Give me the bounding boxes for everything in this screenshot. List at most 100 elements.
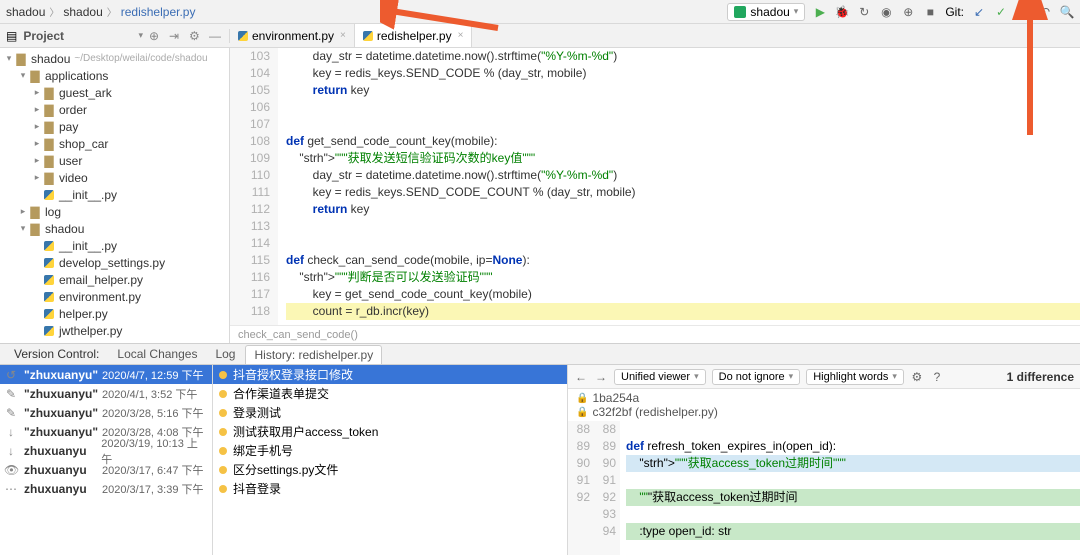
diff-content[interactable]: def refresh_token_expires_in(open_id): "… xyxy=(620,421,1080,555)
commit-row[interactable]: ↓zhuxuanyu2020/3/19, 10:13 上午 xyxy=(0,441,212,460)
tree-label: develop_settings.py xyxy=(59,256,165,270)
tree-node[interactable]: ▾▇shadou~/Desktop/weilai/code/shadou xyxy=(0,50,229,67)
close-icon[interactable]: × xyxy=(458,30,464,41)
tree-label: helper.py xyxy=(59,307,108,321)
tree-node[interactable]: ▸▇pay xyxy=(0,118,229,135)
tree-node[interactable]: jwthelper.py xyxy=(0,322,229,339)
editor-breadcrumb[interactable]: check_can_send_code() xyxy=(230,325,1080,343)
commit-icon: ↓ xyxy=(4,425,18,439)
debug-icon[interactable]: 🐞 xyxy=(835,5,849,19)
gear-icon[interactable]: ⚙ xyxy=(189,29,203,43)
expand-icon[interactable]: ▾ xyxy=(18,223,28,234)
chevron-right-icon: 〉 xyxy=(49,4,59,19)
bc-folder[interactable]: shadou xyxy=(63,5,102,19)
tree-node[interactable]: ▸▇guest_ark xyxy=(0,84,229,101)
vcs-tab-local[interactable]: Local Changes xyxy=(109,345,205,363)
expand-icon[interactable]: ▸ xyxy=(32,155,42,166)
viewer-mode-select[interactable]: Unified viewer xyxy=(614,369,706,385)
commit-messages[interactable]: 抖音授权登录接口修改合作渠道表单提交登录测试测试获取用户access_token… xyxy=(213,365,568,555)
commit-message-row[interactable]: 抖音授权登录接口修改 xyxy=(213,365,567,384)
expand-icon[interactable]: ▸ xyxy=(32,138,42,149)
tree-node[interactable]: helper.py xyxy=(0,305,229,322)
tree-node[interactable]: ▾▇applications xyxy=(0,67,229,84)
commit-author: zhuxuanyu xyxy=(24,444,95,458)
tree-node[interactable]: develop_settings.py xyxy=(0,254,229,271)
commit-message-row[interactable]: 合作渠道表单提交 xyxy=(213,384,567,403)
tree-label: local_settings.py xyxy=(59,341,148,344)
commit-row[interactable]: 👁zhuxuanyu2020/3/17, 6:47 下午 xyxy=(0,460,212,479)
expand-icon[interactable]: ▾ xyxy=(18,70,28,81)
project-tree[interactable]: ▾▇shadou~/Desktop/weilai/code/shadou▾▇ap… xyxy=(0,48,230,343)
help-icon[interactable]: ? xyxy=(930,370,944,384)
folder-icon: ▇ xyxy=(14,52,28,66)
tree-label: shop_car xyxy=(59,137,108,151)
prev-diff-icon[interactable]: ← xyxy=(574,370,588,384)
commit-message-row[interactable]: 登录测试 xyxy=(213,403,567,422)
tree-node[interactable]: ▸▇video xyxy=(0,169,229,186)
tree-label: email_helper.py xyxy=(59,273,143,287)
commit-message-row[interactable]: 抖音登录 xyxy=(213,479,567,498)
lock-icon: 🔒 xyxy=(576,407,588,418)
python-icon xyxy=(42,341,56,344)
expand-icon[interactable]: ▸ xyxy=(32,121,42,132)
expand-icon[interactable]: ▸ xyxy=(32,87,42,98)
commit-message: 合作渠道表单提交 xyxy=(233,385,329,402)
commit-list[interactable]: ↺"zhuxuanyu"2020/4/7, 12:59 下午✎"zhuxuany… xyxy=(0,365,213,555)
vcs-tab-history[interactable]: History: redishelper.py xyxy=(245,345,382,364)
git-update-icon[interactable]: ↙ xyxy=(972,5,986,19)
code-editor[interactable]: 1031041051061071081091101111121131141151… xyxy=(230,48,1080,343)
commit-row[interactable]: ✎"zhuxuanyu"2020/3/28, 5:16 下午 xyxy=(0,403,212,422)
commit-message-row[interactable]: 区分settings.py文件 xyxy=(213,460,567,479)
tree-node[interactable]: ▾▇shadou xyxy=(0,220,229,237)
tree-label: guest_ark xyxy=(59,86,112,100)
commit-row[interactable]: ⋯zhuxuanyu2020/3/17, 3:39 下午 xyxy=(0,479,212,498)
tree-node[interactable]: environment.py xyxy=(0,288,229,305)
commit-author: zhuxuanyu xyxy=(24,482,96,496)
git-history-icon[interactable]: 🕑 xyxy=(1016,5,1030,19)
highlight-select[interactable]: Highlight words xyxy=(806,369,904,385)
tree-label: applications xyxy=(45,69,108,83)
editor-tab[interactable]: environment.py× xyxy=(230,24,355,47)
chevron-down-icon[interactable]: ▾ xyxy=(138,30,143,41)
close-icon[interactable]: × xyxy=(340,30,346,41)
commit-row[interactable]: ↺"zhuxuanyu"2020/4/7, 12:59 下午 xyxy=(0,365,212,384)
ignore-select[interactable]: Do not ignore xyxy=(712,369,801,385)
profile-icon[interactable]: ◉ xyxy=(879,5,893,19)
commit-icon: ↓ xyxy=(4,444,18,458)
git-revert-icon[interactable]: ↶ xyxy=(1038,5,1052,19)
commit-row[interactable]: ✎"zhuxuanyu"2020/4/1, 3:52 下午 xyxy=(0,384,212,403)
next-diff-icon[interactable]: → xyxy=(594,370,608,384)
run-icon[interactable]: ▶ xyxy=(813,5,827,19)
stop-icon[interactable]: ■ xyxy=(923,5,937,19)
bc-file[interactable]: redishelper.py xyxy=(121,5,196,19)
editor-tab[interactable]: redishelper.py× xyxy=(355,24,473,47)
project-pane-header[interactable]: ▤ Project ▾ ⊕ ⇥ ⚙ — xyxy=(0,29,230,43)
expand-icon[interactable]: ▸ xyxy=(32,172,42,183)
coverage-icon[interactable]: ↻ xyxy=(857,5,871,19)
attach-icon[interactable]: ⊕ xyxy=(901,5,915,19)
commit-message-row[interactable]: 绑定手机号 xyxy=(213,441,567,460)
search-icon[interactable]: 🔍 xyxy=(1060,5,1074,19)
tree-node[interactable]: email_helper.py xyxy=(0,271,229,288)
branch-dot-icon xyxy=(219,371,227,379)
tree-label: user xyxy=(59,154,82,168)
select-opened-icon[interactable]: ⊕ xyxy=(149,29,163,43)
commit-message-row[interactable]: 测试获取用户access_token xyxy=(213,422,567,441)
tree-node[interactable]: ▸▇user xyxy=(0,152,229,169)
tree-node[interactable]: ▸▇log xyxy=(0,203,229,220)
tree-node[interactable]: __init__.py xyxy=(0,186,229,203)
expand-icon[interactable]: ▸ xyxy=(18,206,28,217)
hide-icon[interactable]: — xyxy=(209,29,223,43)
tree-node[interactable]: ▸▇order xyxy=(0,101,229,118)
tree-node[interactable]: __init__.py xyxy=(0,237,229,254)
vcs-tab-log[interactable]: Log xyxy=(207,345,243,363)
tree-node[interactable]: ▸▇shop_car xyxy=(0,135,229,152)
bc-root[interactable]: shadou xyxy=(6,5,45,19)
git-commit-icon[interactable]: ✓ xyxy=(994,5,1008,19)
gear-icon[interactable]: ⚙ xyxy=(910,370,924,384)
expand-icon[interactable]: ▸ xyxy=(32,104,42,115)
expand-icon[interactable]: ▾ xyxy=(4,53,14,64)
tree-node[interactable]: local_settings.py xyxy=(0,339,229,343)
run-config-select[interactable]: shadou ▾ xyxy=(727,3,805,21)
collapse-all-icon[interactable]: ⇥ xyxy=(169,29,183,43)
